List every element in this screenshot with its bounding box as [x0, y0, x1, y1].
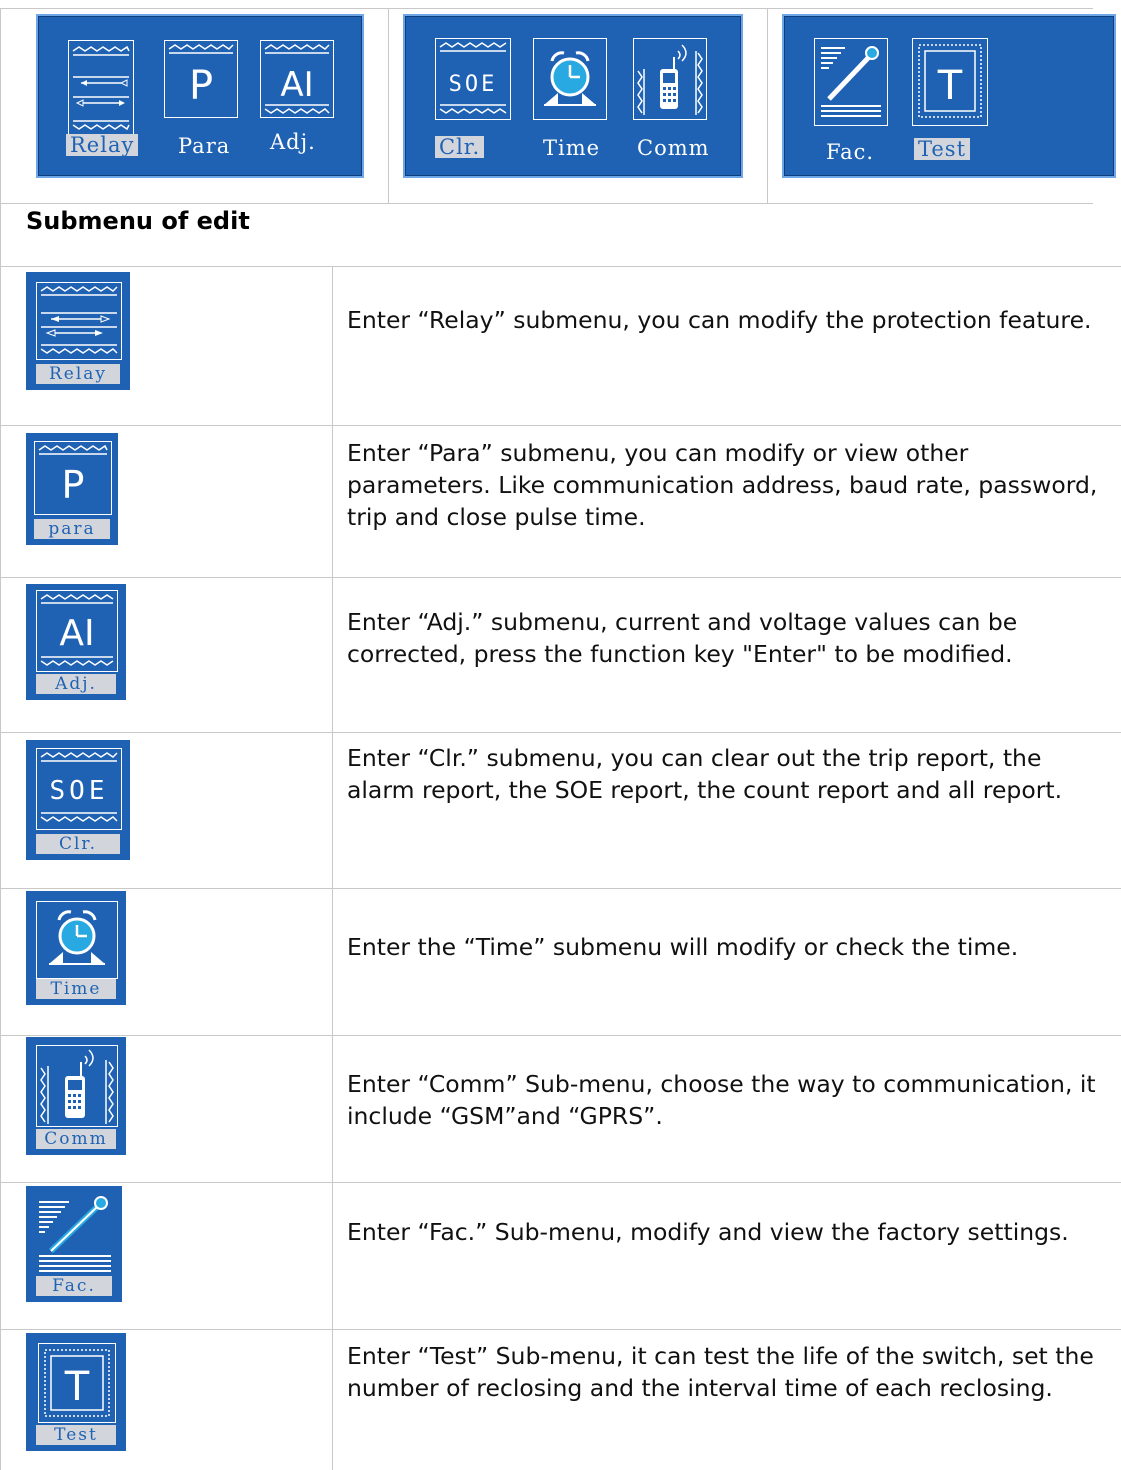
row-description: Enter “Para” submenu, you can modify or … — [347, 439, 1098, 531]
menu-label-para[interactable]: Para — [178, 134, 230, 158]
menu-label-comm[interactable]: Comm — [637, 136, 710, 160]
menu-panel-records: SOE Clr. Time Comm — [403, 14, 743, 178]
row-description: Enter “Test” Sub-menu, it can test the l… — [347, 1342, 1094, 1402]
row-divider — [0, 266, 1121, 267]
icon-caption: para — [34, 519, 110, 539]
icon-frame — [34, 1192, 116, 1278]
icon-frame — [36, 1045, 118, 1127]
adj-icon[interactable]: AI Adj. — [26, 584, 126, 700]
menu-label-test[interactable]: Test — [914, 138, 971, 160]
factory-settings-icon[interactable]: Fac. — [26, 1186, 122, 1302]
icon-caption: Test — [36, 1425, 116, 1445]
row-description: Enter “Adj.” submenu, current and voltag… — [347, 608, 1018, 668]
menu-label-fac[interactable]: Fac. — [826, 140, 874, 164]
menu-label-clr[interactable]: Clr. — [435, 136, 485, 158]
column-divider — [332, 266, 333, 1470]
mobile-phone-icon[interactable] — [633, 38, 707, 120]
relay-icon[interactable] — [68, 40, 134, 136]
para-icon[interactable]: P para — [26, 433, 118, 545]
test-icon-glyph: T — [937, 63, 963, 109]
icon-caption: Relay — [36, 364, 120, 384]
icon-frame: T — [38, 1343, 116, 1423]
table-border-left — [0, 8, 1, 1470]
mobile-phone-icon[interactable]: Comm — [26, 1037, 126, 1155]
menu-label-adj[interactable]: Adj. — [270, 130, 316, 154]
alarm-clock-icon[interactable]: Time — [26, 891, 126, 1005]
adj-icon-glyph: AI — [280, 65, 313, 105]
soe-icon[interactable]: SOE — [435, 38, 511, 120]
alarm-clock-icon[interactable] — [533, 38, 607, 120]
icon-frame — [36, 901, 118, 979]
icon-frame — [36, 282, 122, 360]
section-title: Submenu of edit — [26, 207, 250, 235]
test-icon-glyph: T — [64, 1364, 90, 1410]
row-divider — [0, 1035, 1121, 1036]
column-divider — [388, 8, 389, 204]
column-divider — [767, 8, 768, 204]
icon-frame: SOE — [36, 748, 122, 830]
factory-settings-icon[interactable] — [814, 38, 888, 126]
menu-label-time[interactable]: Time — [543, 136, 600, 160]
test-icon[interactable]: T — [912, 38, 988, 126]
menu-panel-protection: Relay P Para AI Adj. — [36, 14, 364, 178]
table-border-top — [0, 8, 1093, 9]
row-divider — [0, 203, 1093, 204]
soe-icon-glyph: SOE — [50, 776, 109, 806]
row-description: Enter “Fac.” Sub-menu, modify and view t… — [347, 1218, 1069, 1246]
icon-caption: Time — [36, 979, 116, 999]
para-icon-glyph: P — [62, 463, 85, 507]
menu-label-relay[interactable]: Relay — [66, 134, 139, 156]
row-divider — [0, 425, 1121, 426]
icon-caption: Fac. — [36, 1276, 112, 1296]
icon-frame: AI — [36, 590, 118, 672]
icon-caption: Adj. — [36, 674, 116, 694]
soe-icon[interactable]: SOE Clr. — [26, 740, 130, 860]
row-divider — [0, 577, 1121, 578]
row-divider — [0, 888, 1121, 889]
para-icon-glyph: P — [189, 63, 213, 109]
row-divider — [0, 1182, 1121, 1183]
row-divider — [0, 1329, 1121, 1330]
icon-frame: P — [34, 441, 112, 515]
row-description: Enter the “Time” submenu will modify or … — [347, 933, 1019, 961]
row-description: Enter “Clr.” submenu, you can clear out … — [347, 744, 1063, 804]
menu-panel-system: Fac. T Test — [782, 14, 1116, 178]
soe-icon-glyph: SOE — [449, 72, 498, 97]
row-description: Enter “Relay” submenu, you can modify th… — [347, 306, 1092, 334]
para-icon[interactable]: P — [164, 40, 238, 118]
relay-icon[interactable]: Relay — [26, 272, 130, 390]
icon-caption: Comm — [36, 1129, 116, 1149]
row-description: Enter “Comm” Sub-menu, choose the way to… — [347, 1070, 1096, 1130]
adj-icon[interactable]: AI — [260, 40, 334, 118]
icon-caption: Clr. — [36, 834, 120, 854]
test-icon[interactable]: T Test — [26, 1333, 126, 1451]
adj-icon-glyph: AI — [59, 613, 94, 654]
row-divider — [0, 732, 1121, 733]
